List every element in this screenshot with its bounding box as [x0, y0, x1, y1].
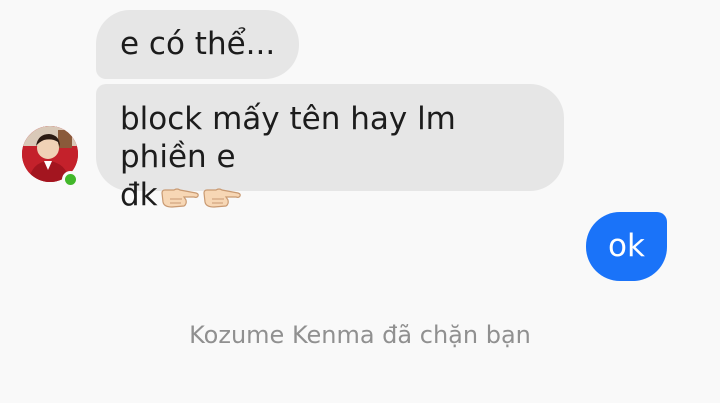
message-text: e có thể... [120, 26, 276, 62]
chat-screen: e có thể... block mấy tên hay lm phiền e… [0, 0, 720, 403]
pointing-right-hand-icon [202, 182, 242, 220]
message-text: block mấy tên hay lm phiền e [120, 101, 456, 175]
pointing-right-hand-icon [160, 182, 200, 220]
online-status-dot [62, 171, 79, 188]
incoming-message-bubble[interactable]: e có thể... [96, 10, 300, 79]
outgoing-message-bubble[interactable]: ok [586, 212, 667, 281]
message-text: ok [608, 228, 645, 264]
incoming-message-bubble[interactable]: block mấy tên hay lm phiền e đk [96, 84, 564, 213]
blocked-status-text: Kozume Kenma đã chặn bạn [189, 321, 531, 349]
message-text: đk [120, 177, 158, 213]
